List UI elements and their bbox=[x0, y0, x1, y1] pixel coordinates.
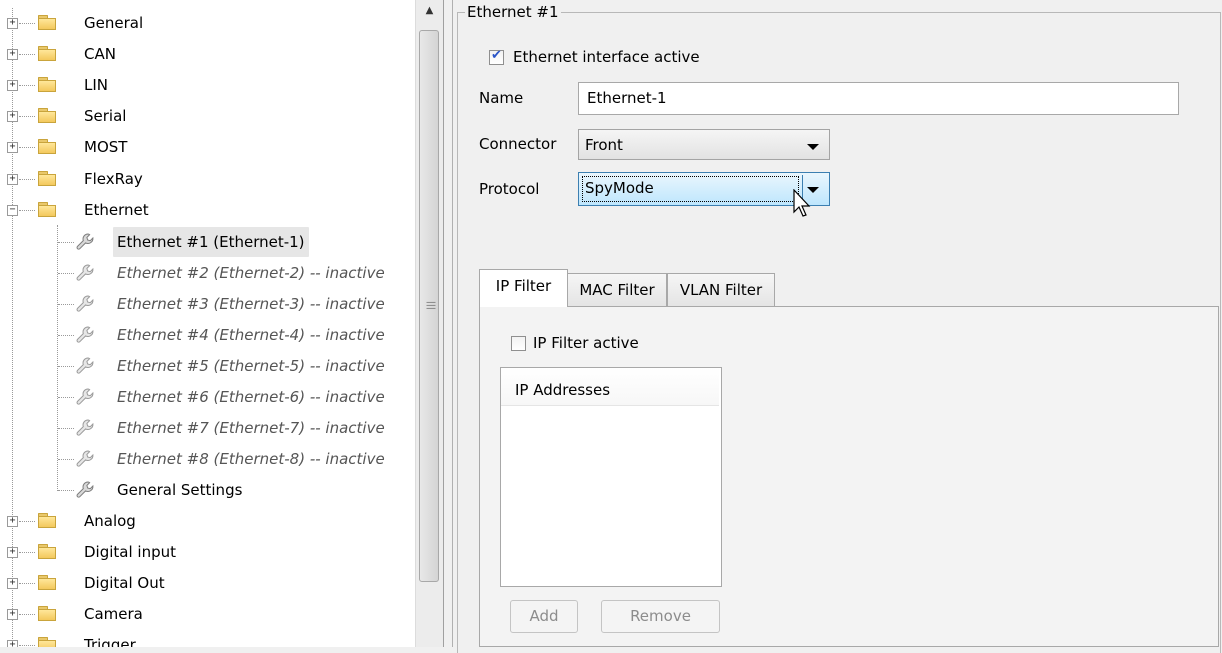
connector-label: Connector bbox=[479, 135, 557, 153]
tree-item-label: Ethernet #5 (Ethernet-5) -- inactive bbox=[117, 357, 385, 375]
folder-icon bbox=[38, 575, 56, 590]
tab-ip-filter[interactable]: IP Filter bbox=[479, 269, 568, 307]
wrench-icon bbox=[76, 450, 94, 467]
expand-icon[interactable]: + bbox=[7, 640, 18, 647]
wrench-icon bbox=[76, 481, 94, 498]
protocol-label: Protocol bbox=[479, 180, 540, 198]
ip-addresses-column-header[interactable]: IP Addresses bbox=[501, 368, 719, 406]
expand-icon[interactable]: + bbox=[7, 111, 18, 122]
remove-button[interactable]: Remove bbox=[601, 600, 720, 633]
wrench-icon bbox=[76, 295, 94, 312]
tab-vlan-filter[interactable]: VLAN Filter bbox=[667, 273, 775, 306]
add-button[interactable]: Add bbox=[510, 600, 578, 633]
tree-item-label: Ethernet #4 (Ethernet-4) -- inactive bbox=[117, 326, 385, 344]
tab-mac-filter[interactable]: MAC Filter bbox=[567, 273, 667, 306]
tree-item-label: Ethernet #1 (Ethernet-1) bbox=[113, 227, 309, 257]
tree-item-label: Ethernet #6 (Ethernet-6) -- inactive bbox=[117, 388, 385, 406]
expand-icon[interactable]: + bbox=[7, 516, 18, 527]
expand-icon[interactable]: + bbox=[7, 578, 18, 589]
tree-item-label: Serial bbox=[84, 107, 127, 125]
expand-icon[interactable]: + bbox=[7, 18, 18, 29]
folder-icon bbox=[38, 108, 56, 123]
folder-open-icon bbox=[38, 202, 56, 217]
mouse-cursor-icon bbox=[793, 189, 811, 217]
tree-item-label: Camera bbox=[84, 605, 143, 623]
tree-item-label: General Settings bbox=[117, 481, 243, 499]
scrollbar-thumb[interactable]: — — — bbox=[419, 30, 439, 582]
expand-icon[interactable]: + bbox=[7, 609, 18, 620]
expand-icon[interactable]: + bbox=[7, 142, 18, 153]
ip-address-list[interactable]: IP Addresses bbox=[500, 367, 722, 587]
tree-item-label: Analog bbox=[84, 512, 136, 530]
connector-select[interactable]: Front bbox=[578, 129, 830, 160]
grip-icon: — — — bbox=[426, 297, 436, 314]
tree-item-label: MOST bbox=[84, 138, 128, 156]
ip-filter-active-label: IP Filter active bbox=[533, 334, 639, 352]
settings-tree[interactable]: + General + CAN + LIN + Serial + MOST + … bbox=[0, 0, 444, 647]
group-title: Ethernet #1 bbox=[465, 1, 561, 23]
folder-icon bbox=[38, 544, 56, 559]
tree-item-label: Ethernet #2 (Ethernet-2) -- inactive bbox=[117, 264, 385, 282]
expand-icon[interactable]: + bbox=[7, 174, 18, 185]
collapse-icon[interactable]: − bbox=[7, 205, 18, 216]
folder-icon bbox=[38, 46, 56, 61]
wrench-icon bbox=[76, 388, 94, 405]
wrench-icon bbox=[76, 264, 94, 281]
ethernet-active-label: Ethernet interface active bbox=[513, 48, 700, 66]
wrench-icon bbox=[76, 419, 94, 436]
expand-icon[interactable]: + bbox=[7, 547, 18, 558]
name-label: Name bbox=[479, 89, 524, 107]
folder-icon bbox=[38, 139, 56, 154]
tree-item-label: Trigger bbox=[84, 636, 136, 647]
tree-scrollbar[interactable]: ▲ — — — bbox=[415, 0, 443, 647]
wrench-icon bbox=[76, 233, 94, 250]
tree-item-label: CAN bbox=[84, 45, 116, 63]
tree-item-label: FlexRay bbox=[84, 170, 143, 188]
tree-item-label: LIN bbox=[84, 76, 109, 94]
expand-icon[interactable]: + bbox=[7, 80, 18, 91]
folder-icon bbox=[38, 606, 56, 621]
focus-rect bbox=[582, 176, 799, 202]
folder-icon bbox=[38, 513, 56, 528]
tree-item-label: Ethernet bbox=[84, 201, 149, 219]
connector-value: Front bbox=[585, 136, 623, 154]
name-input[interactable]: Ethernet-1 bbox=[578, 82, 1179, 115]
folder-icon bbox=[38, 77, 56, 92]
folder-icon bbox=[38, 15, 56, 30]
chevron-down-icon bbox=[807, 144, 819, 150]
expand-icon[interactable]: + bbox=[7, 49, 18, 60]
tree-item-label: Digital Out bbox=[84, 574, 165, 592]
wrench-icon bbox=[76, 326, 94, 343]
tree-item-label: Ethernet #3 (Ethernet-3) -- inactive bbox=[117, 295, 385, 313]
tree-item-label: Digital input bbox=[84, 543, 176, 561]
folder-icon bbox=[38, 637, 56, 647]
wrench-icon bbox=[76, 357, 94, 374]
tree-item-label: Ethernet #7 (Ethernet-7) -- inactive bbox=[117, 419, 385, 437]
ethernet-active-checkbox[interactable] bbox=[489, 48, 504, 65]
scroll-up-arrow-icon[interactable]: ▲ bbox=[416, 0, 443, 22]
ip-filter-active-checkbox[interactable] bbox=[511, 336, 526, 351]
tree-item-label: Ethernet #8 (Ethernet-8) -- inactive bbox=[117, 450, 385, 468]
tree-item-label: General bbox=[84, 14, 144, 32]
folder-icon bbox=[38, 171, 56, 186]
